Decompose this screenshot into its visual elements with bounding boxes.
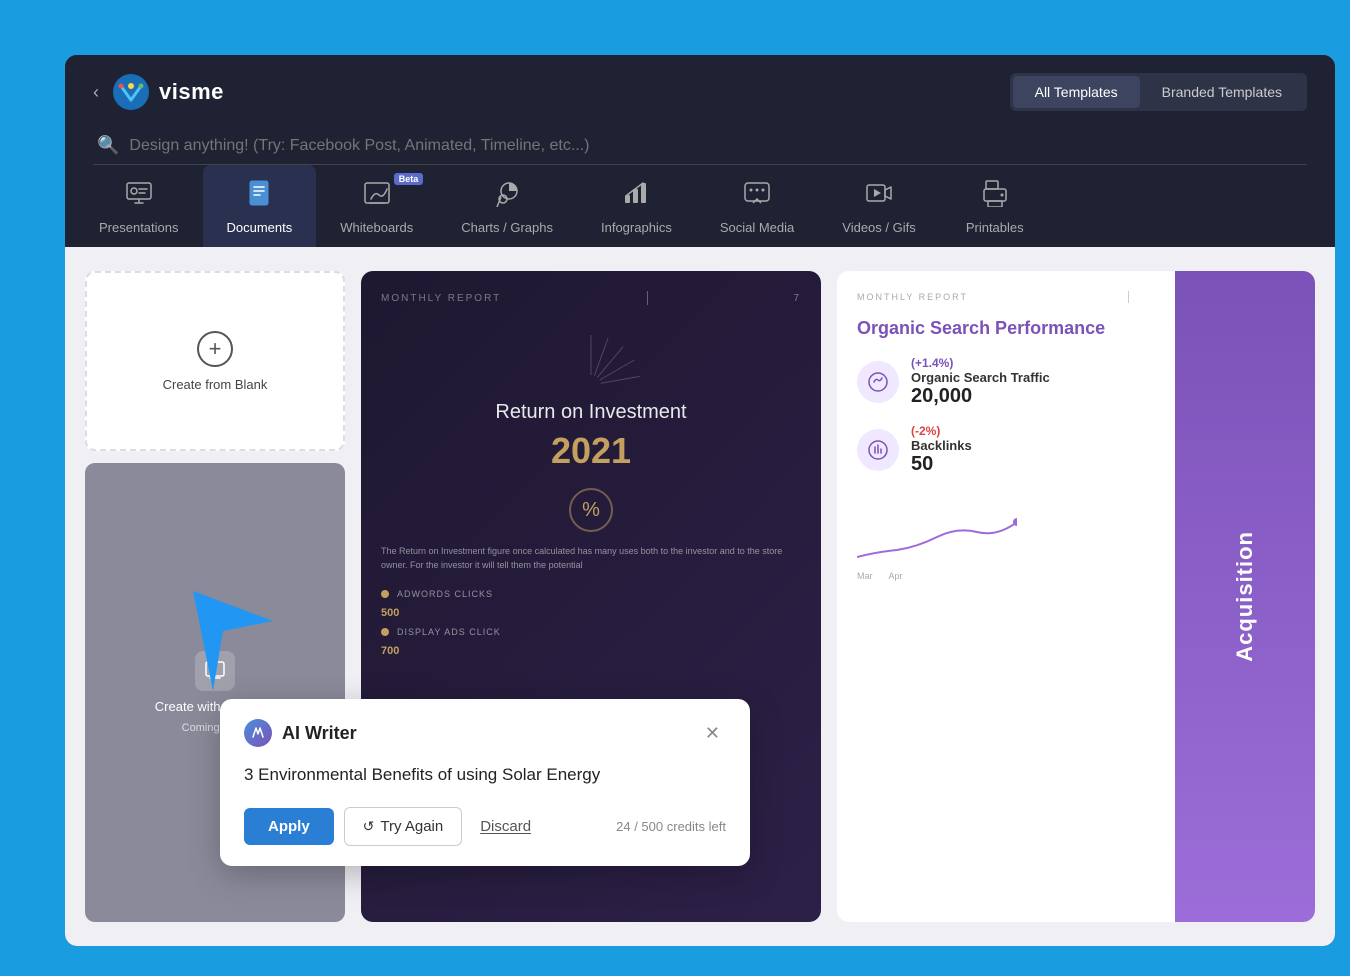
chart-label-apr: Apr — [889, 571, 903, 581]
dark-report-header: MONTHLY REPORT 7 — [381, 291, 801, 305]
try-again-button[interactable]: ↺ Try Again — [344, 807, 463, 846]
tab-documents-label: Documents — [227, 220, 293, 235]
tab-documents[interactable]: Documents — [203, 165, 317, 247]
tab-whiteboards-label: Whiteboards — [340, 220, 413, 235]
chart-label-mar: Mar — [857, 571, 873, 581]
content-area: + Create from Blank Create with Visme AI… — [65, 247, 1335, 946]
metric-label-2: DISPLAY ADS CLICK — [397, 627, 501, 637]
discard-button[interactable]: Discard — [472, 808, 539, 845]
credits-used: 24 — [616, 819, 630, 834]
main-container: ‹ visme All Templates Branded Templates … — [65, 55, 1335, 946]
ai-writer-popup: AI Writer ✕ 3 Environmental Benefits of … — [220, 699, 750, 866]
metric-value-2: 700 — [381, 645, 399, 657]
tab-infographics-label: Infographics — [601, 220, 672, 235]
charts-icon — [493, 179, 521, 212]
create-from-blank-label: Create from Blank — [163, 377, 268, 392]
credits-label-text: credits left — [667, 819, 726, 834]
documents-icon — [245, 179, 273, 212]
tab-videos-label: Videos / Gifs — [842, 220, 915, 235]
search-icon: 🔍 — [97, 135, 119, 156]
tab-charts-label: Charts / Graphs — [461, 220, 553, 235]
stat-value-2: 50 — [911, 453, 972, 476]
logo-area: ‹ visme — [93, 74, 224, 110]
credits-total: 500 — [641, 819, 663, 834]
light-report-divider — [1128, 291, 1129, 303]
light-report-label: MONTHLY REPORT — [857, 292, 968, 302]
dark-template-title: Return on Investment — [381, 401, 801, 424]
stat-change-1: (+1.4%) — [911, 356, 1050, 370]
stat-name-2: Backlinks — [911, 438, 972, 453]
all-templates-button[interactable]: All Templates — [1013, 76, 1140, 108]
search-input[interactable] — [129, 137, 1303, 155]
nav-tabs: Presentations Documents Beta Whiteboards… — [65, 165, 1335, 247]
branded-templates-button[interactable]: Branded Templates — [1140, 76, 1304, 108]
try-again-label: Try Again — [380, 818, 443, 835]
tab-presentations-label: Presentations — [99, 220, 179, 235]
beta-badge: Beta — [394, 173, 424, 185]
tab-social-media-label: Social Media — [720, 220, 794, 235]
stat-info-2: (-2%) Backlinks 50 — [911, 424, 972, 476]
metric-label-1: ADWORDS CLICKS — [397, 589, 493, 599]
stat-info-1: (+1.4%) Organic Search Traffic 20,000 — [911, 356, 1050, 408]
dark-template-year: 2021 — [381, 430, 801, 472]
tab-infographics[interactable]: Infographics — [577, 165, 696, 247]
tab-printables-label: Printables — [966, 220, 1024, 235]
metric-dot-2 — [381, 628, 389, 636]
metrics-list: ADWORDS CLICKS 500 DISPLAY ADS CLICK 700 — [381, 589, 801, 657]
plus-icon: + — [197, 331, 233, 367]
tab-presentations[interactable]: Presentations — [75, 165, 203, 247]
arrow-pointer — [183, 591, 273, 696]
template-buttons: All Templates Branded Templates — [1010, 73, 1307, 111]
report-divider — [647, 291, 648, 305]
presentations-icon — [125, 179, 153, 212]
dark-template-icon: % — [569, 488, 613, 532]
metric-dot-1 — [381, 590, 389, 598]
stat-icon-1 — [857, 361, 899, 403]
create-from-blank-card[interactable]: + Create from Blank — [85, 271, 345, 451]
metric-item-1: ADWORDS CLICKS — [381, 589, 801, 599]
infographics-icon — [622, 179, 650, 212]
metric-value-row-2: 700 — [381, 645, 801, 657]
search-bar: 🔍 — [93, 127, 1307, 165]
printables-icon — [981, 179, 1009, 212]
social-media-icon — [743, 179, 771, 212]
purple-acquisition-strip: Acquisition — [1175, 271, 1315, 922]
back-button[interactable]: ‹ — [93, 82, 99, 103]
close-popup-button[interactable]: ✕ — [699, 721, 726, 746]
header-top: ‹ visme All Templates Branded Templates — [93, 73, 1307, 111]
header: ‹ visme All Templates Branded Templates … — [65, 55, 1335, 165]
apply-button[interactable]: Apply — [244, 808, 334, 845]
tab-whiteboards[interactable]: Beta Whiteboards — [316, 165, 437, 247]
logo-text: visme — [159, 79, 224, 105]
dark-report-label: MONTHLY REPORT — [381, 293, 501, 304]
light-template-card[interactable]: MONTHLY REPORT 6 Organic Search Performa… — [837, 271, 1315, 922]
videos-icon — [865, 179, 893, 212]
popup-header: AI Writer ✕ — [244, 719, 726, 747]
whiteboards-icon — [363, 179, 391, 212]
refresh-icon: ↺ — [363, 818, 375, 835]
popup-content: 3 Environmental Benefits of using Solar … — [244, 763, 726, 787]
stat-change-2: (-2%) — [911, 424, 972, 438]
credits-info: 24 / 500 credits left — [616, 819, 726, 834]
acquisition-text: Acquisition — [1232, 531, 1258, 662]
stat-name-1: Organic Search Traffic — [911, 370, 1050, 385]
popup-footer: Apply ↺ Try Again Discard 24 / 500 credi… — [244, 807, 726, 846]
ai-writer-icon — [244, 719, 272, 747]
popup-title: AI Writer — [282, 723, 357, 744]
tab-videos[interactable]: Videos / Gifs — [818, 165, 939, 247]
metric-item-2: DISPLAY ADS CLICK — [381, 627, 801, 637]
sun-rays-decoration — [381, 325, 801, 385]
tab-social-media[interactable]: Social Media — [696, 165, 818, 247]
stat-icon-2 — [857, 429, 899, 471]
popup-title-area: AI Writer — [244, 719, 357, 747]
dark-template-body: The Return on Investment figure once cal… — [381, 544, 801, 573]
metric-value-row-1: 500 — [381, 607, 801, 619]
dark-report-number: 7 — [793, 293, 801, 304]
metric-value-1: 500 — [381, 607, 399, 619]
tab-charts[interactable]: Charts / Graphs — [437, 165, 577, 247]
tab-printables[interactable]: Printables — [940, 165, 1050, 247]
visme-logo-icon — [113, 74, 149, 110]
stat-value-1: 20,000 — [911, 385, 1050, 408]
